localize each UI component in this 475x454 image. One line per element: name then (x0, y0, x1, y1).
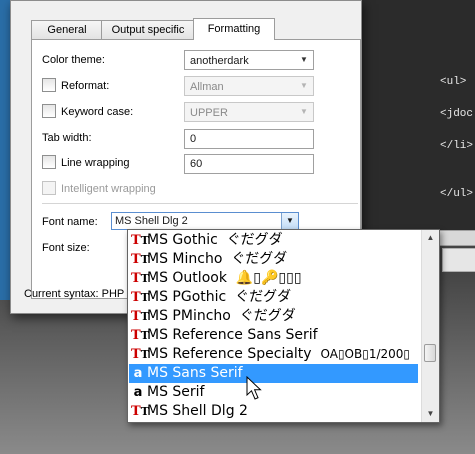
font-dropdown-list[interactable]: TTMS Gothic ぐだグダ TTMS Mincho ぐだグダ TTMS O… (127, 229, 440, 423)
font-list-item[interactable]: TTMS PMincho ぐだグダ (129, 307, 418, 326)
raster-font-icon: a (133, 385, 143, 400)
truetype-icon: TT (131, 347, 149, 362)
font-size-label: Font size: (42, 242, 90, 254)
tab-output-specific[interactable]: Output specific (101, 20, 195, 39)
intelligent-wrapping-row: Intelligent wrapping (42, 179, 156, 199)
keyword-case-row: Keyword case: (42, 102, 133, 122)
editor-line: </ul> (440, 188, 474, 200)
scrollbar-thumb[interactable] (424, 344, 436, 362)
editor-line: <jdoc (440, 108, 474, 120)
editor-line: <ul> (440, 76, 467, 88)
reformat-value: Allman (190, 81, 224, 93)
chevron-down-icon: ▼ (300, 81, 308, 90)
line-wrapping-label: Line wrapping (61, 157, 130, 169)
scroll-down-arrow-icon[interactable]: ▼ (422, 406, 439, 422)
font-list-item[interactable]: TTMS Gothic ぐだグダ (129, 231, 418, 250)
font-list-item[interactable]: TTMS Outlook 🔔▯🔑▯▯▯ (129, 269, 418, 288)
color-theme-label: Color theme: (42, 54, 105, 66)
raster-font-icon: a (133, 366, 143, 381)
reformat-row: Reformat: (42, 76, 109, 96)
color-theme-value: anotherdark (190, 55, 249, 67)
font-name-select[interactable]: MS Shell Dlg 2 ▼ (111, 212, 299, 230)
keyword-case-label: Keyword case: (61, 106, 134, 118)
font-name-label: Font name: (42, 216, 98, 228)
tab-width-label: Tab width: (42, 132, 92, 144)
status-current-syntax: Current syntax: PHP (24, 288, 125, 300)
font-list-item[interactable]: TTMS Mincho ぐだグダ (129, 250, 418, 269)
font-list-item[interactable]: TTMS Reference Sans Serif (129, 326, 418, 345)
chevron-down-icon: ▼ (300, 107, 308, 116)
background-panel (442, 248, 475, 272)
font-list-item[interactable]: TTMS Reference Specialty OA▯OB▯1/200▯ (129, 345, 418, 364)
dropdown-scrollbar[interactable]: ▲ ▼ (421, 230, 439, 422)
editor-line: </li> (440, 140, 474, 152)
truetype-icon: TT (131, 252, 149, 267)
intelligent-wrapping-checkbox[interactable] (42, 181, 56, 196)
tab-width-input[interactable]: 0 (184, 129, 314, 149)
reformat-checkbox[interactable] (42, 78, 56, 93)
scroll-up-arrow-icon[interactable]: ▲ (422, 230, 439, 246)
tab-formatting[interactable]: Formatting (193, 18, 275, 40)
mouse-cursor-icon (246, 376, 262, 400)
truetype-icon: TT (131, 404, 149, 419)
reformat-select[interactable]: Allman ▼ (184, 76, 314, 96)
line-wrapping-input[interactable]: 60 (184, 154, 314, 174)
truetype-icon: TT (131, 290, 149, 305)
truetype-icon: TT (131, 233, 149, 248)
reformat-label: Reformat: (61, 80, 110, 92)
font-list-item[interactable]: TTMS Shell Dlg 2 (129, 402, 418, 421)
font-name-value: MS Shell Dlg 2 (115, 215, 188, 227)
font-list-item[interactable]: TTMS PGothic ぐだグダ (129, 288, 418, 307)
truetype-icon: TT (131, 328, 149, 343)
chevron-down-icon: ▼ (300, 55, 308, 64)
chevron-down-icon[interactable]: ▼ (281, 213, 298, 229)
keyword-case-select[interactable]: UPPER ▼ (184, 102, 314, 122)
truetype-icon: TT (131, 271, 149, 286)
tab-general[interactable]: General (31, 20, 103, 39)
font-list-item-selected[interactable]: a MS Sans Serif (129, 364, 418, 383)
keyword-case-checkbox[interactable] (42, 104, 56, 119)
intelligent-wrapping-label: Intelligent wrapping (61, 183, 156, 195)
line-wrapping-row: Line wrapping (42, 153, 130, 173)
keyword-case-value: UPPER (190, 107, 228, 119)
line-wrapping-checkbox[interactable] (42, 155, 56, 170)
font-list-item[interactable]: a MS Serif (129, 383, 418, 402)
divider (42, 203, 358, 204)
color-theme-select[interactable]: anotherdark ▼ (184, 50, 314, 70)
code-editor-background: <ul> <jdoc </li> </ul> (360, 0, 475, 232)
truetype-icon: TT (131, 309, 149, 324)
